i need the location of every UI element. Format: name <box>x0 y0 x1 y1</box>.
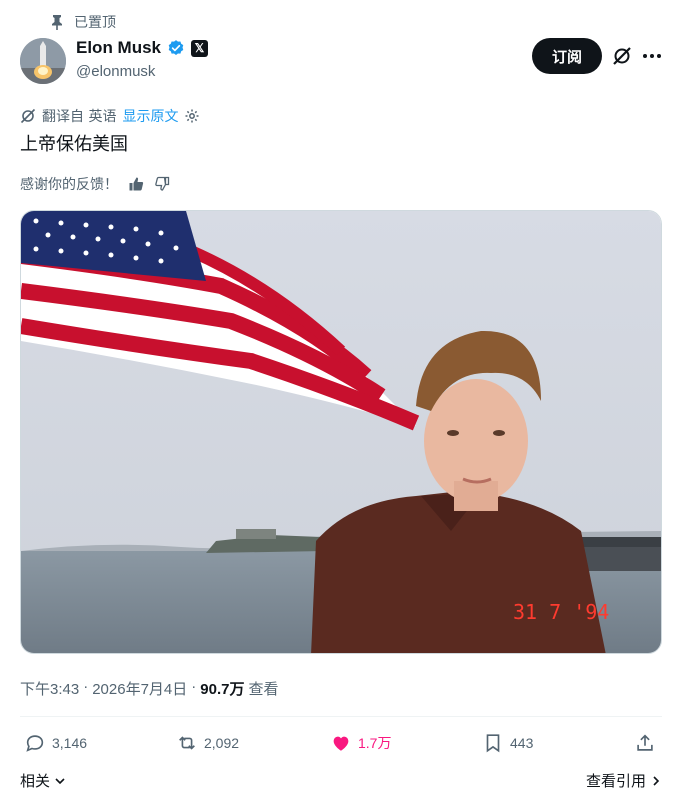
grok-icon[interactable] <box>612 46 632 66</box>
author-handle[interactable]: @elonmusk <box>76 63 155 80</box>
bookmark-count: 443 <box>510 735 534 751</box>
subscribe-button[interactable]: 订阅 <box>532 38 602 74</box>
tweet-text: 上帝保佑美国 <box>20 134 128 155</box>
repost-count: 2,092 <box>204 735 240 751</box>
reply-count: 3,146 <box>52 735 88 751</box>
tweet-time[interactable]: 下午3:43 <box>20 678 79 699</box>
grok-translate-icon <box>20 108 36 124</box>
pinned-label: 已置顶 <box>74 15 116 31</box>
like-count: 1.7万 <box>358 735 392 751</box>
reply-button[interactable]: 3,146 <box>24 732 87 754</box>
chevron-right-icon <box>653 775 660 786</box>
tweet-meta: 下午3:43 · 2026年7月4日 · 90.7万 查看 <box>20 678 278 699</box>
share-icon <box>637 734 653 751</box>
related-label: 相关 <box>20 772 51 790</box>
tweet-date[interactable]: 2026年7月4日 <box>92 678 187 699</box>
thumbs-up-icon[interactable] <box>128 176 144 192</box>
show-original-link[interactable]: 显示原文 <box>122 106 178 126</box>
translation-row: 翻译自 英语 显示原文 <box>20 106 200 126</box>
photo-date-stamp: 31 7 '94 <box>513 600 609 624</box>
avatar-rocket-image <box>20 38 66 84</box>
repost-icon <box>179 736 195 750</box>
translated-from-label: 翻译自 英语 <box>42 109 117 125</box>
bookmark-icon <box>486 734 500 753</box>
meta-separator: · <box>191 678 197 695</box>
bottom-links: 相关 查看引用 <box>20 770 662 791</box>
avatar[interactable] <box>20 38 66 84</box>
bookmark-button[interactable]: 443 <box>482 732 533 754</box>
related-toggle[interactable]: 相关 <box>20 770 66 791</box>
tweet-actions: 3,146 2,092 1.7万 443 <box>20 732 662 760</box>
pinned-indicator: 已置顶 <box>50 12 116 32</box>
feedback-prompt: 感谢你的反馈！ <box>20 177 118 193</box>
photo-young-man-with-flag: 31 7 '94 <box>21 211 661 653</box>
view-quotes-link[interactable]: 查看引用 <box>586 770 662 791</box>
author-name[interactable]: Elon Musk <box>76 38 161 58</box>
divider <box>20 716 662 717</box>
like-button[interactable]: 1.7万 <box>330 732 391 754</box>
view-quotes-label: 查看引用 <box>585 772 646 790</box>
share-button[interactable] <box>634 732 656 754</box>
meta-separator: · <box>83 678 89 695</box>
repost-button[interactable]: 2,092 <box>176 732 239 754</box>
settings-gear-icon[interactable] <box>184 108 200 124</box>
reply-icon <box>26 735 44 752</box>
translation-feedback-row: 感谢你的反馈！ <box>20 174 170 194</box>
x-affiliate-badge-icon: 𝕏 <box>191 39 209 57</box>
views-label: 查看 <box>248 681 279 698</box>
chevron-down-icon <box>55 777 65 784</box>
more-options-icon[interactable] <box>642 50 662 62</box>
verified-badge-icon <box>168 40 184 55</box>
tweet-photo[interactable]: 31 7 '94 <box>20 210 662 654</box>
views-count: 90.7万 <box>200 681 245 698</box>
heart-filled-icon <box>333 736 349 751</box>
thumbs-down-icon[interactable] <box>154 176 170 192</box>
pin-icon <box>52 15 62 30</box>
author-name-row: Elon Musk 𝕏 <box>76 38 209 58</box>
